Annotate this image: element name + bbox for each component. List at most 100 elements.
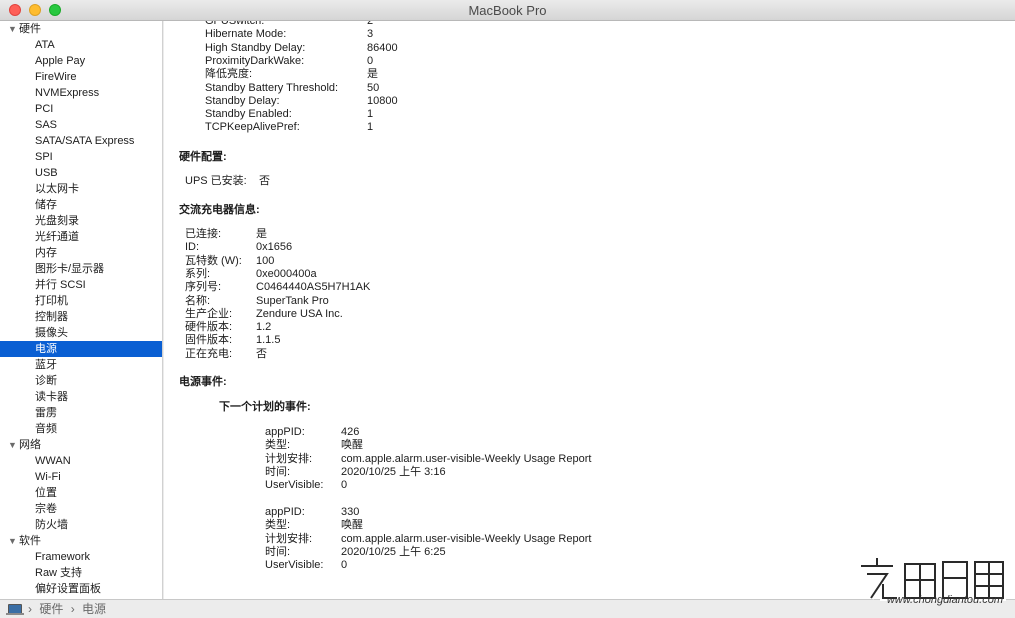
sidebar-item[interactable]: 并行 SCSI: [0, 277, 162, 293]
sidebar-group[interactable]: ▼ 硬件: [0, 21, 162, 37]
detail-row: Standby Battery Threshold: 50: [205, 82, 379, 95]
detail-row: 已连接: 是: [185, 228, 267, 241]
sidebar-item[interactable]: 位置: [0, 485, 162, 501]
sidebar-item[interactable]: 防火墙: [0, 517, 162, 533]
sidebar-item[interactable]: 打印机: [0, 293, 162, 309]
breadcrumb-item-hardware[interactable]: 硬件: [39, 602, 63, 616]
detail-key: appPID:: [265, 426, 305, 438]
detail-value: 1: [367, 108, 374, 121]
detail-value: 86400: [367, 41, 398, 54]
ac-charger-heading: 交流充电器信息:: [179, 204, 260, 216]
sidebar-item[interactable]: 储存: [0, 197, 162, 213]
detail-row: appPID: 426: [265, 426, 359, 439]
sidebar-item[interactable]: WWAN: [0, 453, 162, 469]
sidebar-item[interactable]: Raw 支持: [0, 565, 162, 581]
sidebar-item[interactable]: SAS: [0, 117, 162, 133]
detail-row: 时间: 2020/10/25 上午 6:25: [265, 545, 446, 559]
sidebar-item[interactable]: ATA: [0, 37, 162, 53]
sidebar-group[interactable]: ▼ 网络: [0, 437, 162, 453]
detail-value: 3: [367, 28, 374, 41]
detail-key: UserVisible:: [265, 479, 324, 492]
breadcrumb-item-power[interactable]: 电源: [82, 602, 106, 616]
disclosure-triangle-icon[interactable]: ▼: [8, 21, 19, 37]
sidebar-item[interactable]: FireWire: [0, 69, 162, 85]
sidebar-item[interactable]: 光纤通道: [0, 229, 162, 245]
sidebar-item[interactable]: SPI: [0, 149, 162, 165]
detail-row: UPS 已安装: 否: [185, 175, 270, 188]
detail-pane: GPUSwitch: 2 Hibernate Mode: 3 High Standby …: [164, 21, 1015, 599]
sidebar-item[interactable]: NVMExpress: [0, 85, 162, 101]
sidebar-item[interactable]: Wi-Fi: [0, 469, 162, 485]
detail-value: com.apple.alarm.user-visible-Weekly Usag…: [341, 452, 592, 465]
detail-key: 时间:: [265, 465, 291, 478]
detail-key: GPUSwitch:: [205, 21, 265, 27]
sidebar-item[interactable]: 以太网卡: [0, 181, 162, 197]
sidebar-group-label: 软件: [19, 535, 41, 547]
sidebar-item[interactable]: 内存: [0, 245, 162, 261]
detail-value: 1.1.5: [256, 334, 281, 347]
sidebar-item[interactable]: 摄像头: [0, 325, 162, 341]
detail-row: GPUSwitch: 2: [205, 21, 373, 28]
detail-row: 计划安排: com.apple.alarm.user-visible-Weekly…: [265, 533, 591, 546]
sidebar: ▼ 硬件 ATA Apple Pay FireWire NVMExpress PCI SAS S…: [0, 21, 163, 599]
detail-row: Standby Enabled: 1: [205, 108, 373, 121]
sidebar-item[interactable]: 光盘刻录: [0, 213, 162, 229]
detail-row: 生产企业: Zendure USA Inc.: [185, 308, 343, 321]
detail-row: 正在充电: 否: [185, 347, 267, 361]
detail-value: SuperTank Pro: [256, 294, 329, 307]
detail-key: 瓦特数 (W):: [185, 254, 242, 267]
detail-row: 硬件版本: 1.2: [185, 321, 271, 334]
sidebar-item[interactable]: SATA/SATA Express: [0, 133, 162, 149]
detail-key: 系列:: [185, 267, 211, 280]
sidebar-item[interactable]: PCI: [0, 101, 162, 117]
sidebar-item[interactable]: 控制器: [0, 309, 162, 325]
detail-value: 唤醒: [341, 439, 363, 452]
detail-row: 类型: 唤醒: [265, 439, 363, 452]
detail-row: 系列: 0xe000400a: [185, 267, 317, 281]
detail-key: 固件版本:: [185, 334, 233, 347]
sidebar-item[interactable]: 蓝牙: [0, 357, 162, 373]
detail-key: 类型:: [265, 519, 291, 532]
sidebar-item[interactable]: USB: [0, 165, 162, 181]
detail-key: UserVisible:: [265, 559, 324, 572]
sidebar-item[interactable]: 偏好设置面板: [0, 581, 162, 597]
detail-key: ProximityDarkWake:: [205, 54, 305, 67]
detail-value: 否: [259, 175, 270, 187]
detail-key: Standby Enabled:: [205, 108, 292, 121]
detail-key: 时间:: [265, 545, 291, 558]
detail-row: 名称: SuperTank Pro: [185, 294, 329, 308]
detail-key: appPID:: [265, 506, 305, 518]
sidebar-item[interactable]: 音频: [0, 421, 162, 437]
sidebar-item[interactable]: 宗卷: [0, 501, 162, 517]
detail-row: 瓦特数 (W): 100: [185, 254, 274, 268]
detail-key: 硬件版本:: [185, 321, 233, 334]
sidebar-item[interactable]: 诊断: [0, 373, 162, 389]
breadcrumb: › 硬件 › 电源: [28, 600, 110, 618]
sidebar-item[interactable]: 图形卡/显示器: [0, 261, 162, 277]
detail-row: High Standby Delay: 86400: [205, 42, 398, 55]
detail-value: C0464440AS5H7H1AK: [256, 281, 371, 294]
sidebar-item[interactable]: Framework: [0, 549, 162, 565]
sidebar-group[interactable]: ▼ 软件: [0, 533, 162, 549]
sidebar-item[interactable]: 雷雳: [0, 405, 162, 421]
detail-row: Standby Delay: 10800: [205, 95, 398, 108]
detail-key: 计划安排:: [265, 452, 313, 465]
detail-row: 类型: 唤醒: [265, 519, 363, 532]
detail-key: 正在充电:: [185, 347, 233, 360]
sidebar-item[interactable]: 电源: [0, 341, 162, 357]
computer-icon: [6, 604, 24, 615]
disclosure-triangle-icon[interactable]: ▼: [8, 533, 19, 549]
detail-value: 1: [367, 121, 374, 134]
sidebar-item[interactable]: Apple Pay: [0, 53, 162, 69]
detail-key: 名称:: [185, 294, 211, 307]
detail-row: ProximityDarkWake: 0: [205, 54, 373, 68]
detail-row: Hibernate Mode: 3: [205, 28, 373, 41]
detail-row: TCPKeepAlivePref: 1: [205, 121, 373, 134]
sidebar-item[interactable]: 读卡器: [0, 389, 162, 405]
detail-key: UPS 已安装:: [185, 175, 247, 187]
detail-value: 是: [256, 228, 267, 240]
detail-value: 10800: [367, 94, 398, 107]
detail-value: 1.2: [256, 321, 272, 334]
disclosure-triangle-icon[interactable]: ▼: [8, 437, 19, 453]
detail-key: Hibernate Mode:: [205, 28, 287, 41]
